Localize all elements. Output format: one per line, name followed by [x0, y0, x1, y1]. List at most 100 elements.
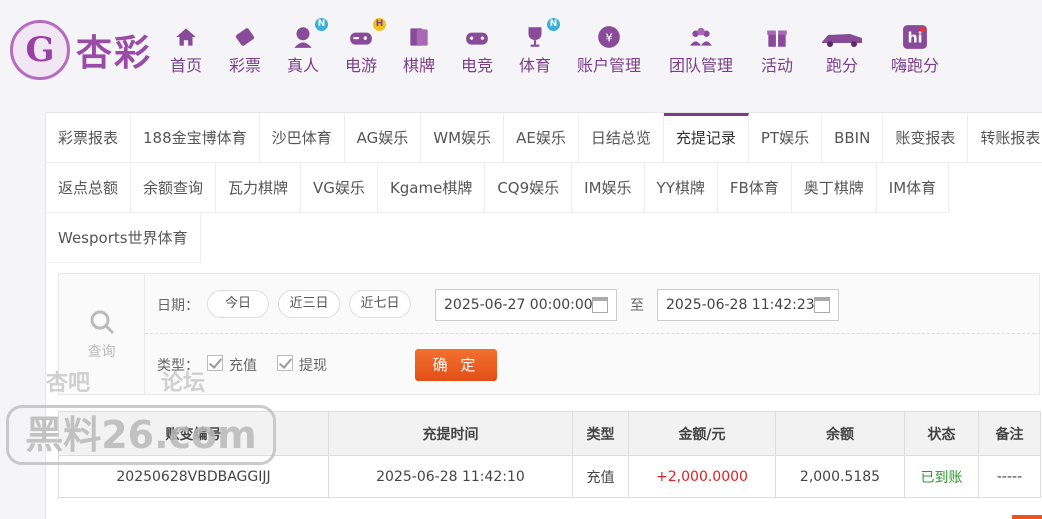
home-icon — [173, 24, 199, 50]
last-7-days-button[interactable]: 近七日 — [349, 290, 411, 318]
col-remark: 备注 — [978, 411, 1041, 456]
nav-label: 跑分 — [825, 56, 858, 75]
deposit-checkbox[interactable] — [207, 355, 223, 371]
header: G 杏彩 首页 彩票 N 真人 H 电游 棋牌 电竞 N 体育 ¥ 账户管理 团… — [0, 0, 1042, 100]
cards-icon — [406, 24, 432, 50]
tab-daily-overview[interactable]: 日结总览 — [578, 113, 664, 163]
tab-transfer-report[interactable]: 转账报表 — [968, 113, 1042, 163]
end-date-input[interactable]: 2025-06-28 11:42:23 — [657, 289, 839, 321]
search-button[interactable]: 查询 — [59, 274, 145, 394]
nav-label: 嗨跑分 — [891, 56, 940, 75]
nav-label: 电竞 — [461, 56, 494, 75]
new-badge: N — [547, 18, 560, 31]
nav-label: 体育 — [519, 56, 552, 75]
corner-accent — [1012, 515, 1042, 519]
calendar-icon[interactable] — [814, 297, 830, 313]
nav-sports[interactable]: N 体育 — [519, 18, 560, 76]
tab-row-2: 返点总额 余额查询 瓦力棋牌 VG娱乐 Kgame棋牌 CQ9娱乐 IM娱乐 Y… — [46, 163, 950, 213]
tab-188-sports[interactable]: 188金宝博体育 — [131, 113, 260, 163]
type-row: 类型： 充值 提现 确 定 — [145, 334, 1040, 394]
nav-label: 彩票 — [229, 56, 262, 75]
nav-chess[interactable]: 棋牌 — [403, 24, 435, 76]
tab-wesports[interactable]: Wesports世界体育 — [46, 213, 201, 263]
team-icon — [688, 24, 714, 50]
tab-wali-chess[interactable]: 瓦力棋牌 — [216, 163, 302, 213]
tab-im-sports[interactable]: IM体育 — [876, 163, 950, 213]
ticket-icon — [232, 24, 258, 50]
nav-hi-running[interactable]: hi 嗨跑分 — [891, 24, 939, 76]
col-amount: 金额/元 — [628, 411, 776, 456]
date-row: 日期： 今日 近三日 近七日 2025-06-27 00:00:00 至 202… — [145, 274, 1040, 334]
query-form: 查询 日期： 今日 近三日 近七日 2025-06-27 00:00:00 至 … — [58, 273, 1040, 395]
site-logo[interactable]: G 杏彩 — [10, 20, 152, 80]
tab-cq9[interactable]: CQ9娱乐 — [485, 163, 573, 213]
tab-vg[interactable]: VG娱乐 — [301, 163, 378, 213]
tab-lottery-report[interactable]: 彩票报表 — [46, 113, 132, 163]
tab-fb-sports[interactable]: FB体育 — [717, 163, 792, 213]
nav-label: 团队管理 — [669, 56, 734, 75]
tab-row-1: 彩票报表 188金宝博体育 沙巴体育 AG娱乐 WM娱乐 AE娱乐 日结总览 充… — [46, 113, 1042, 163]
confirm-button[interactable]: 确 定 — [415, 349, 497, 381]
col-status: 状态 — [904, 411, 979, 456]
nav-running[interactable]: 跑分 — [820, 24, 864, 76]
withdraw-checkbox[interactable] — [277, 355, 293, 371]
dealer-icon: N — [290, 18, 328, 50]
tab-rebate-total[interactable]: 返点总额 — [46, 163, 132, 213]
cell-amount: +2,000.0000 — [628, 455, 776, 498]
trophy-icon: N — [522, 18, 560, 50]
col-time: 充提时间 — [328, 411, 573, 456]
nav-slots[interactable]: H 电游 — [345, 18, 386, 76]
new-badge: N — [315, 18, 328, 31]
nav-promo[interactable]: 活动 — [761, 24, 793, 76]
tab-wm[interactable]: WM娱乐 — [421, 113, 505, 163]
today-button[interactable]: 今日 — [207, 290, 269, 318]
hot-badge: H — [373, 18, 386, 31]
hi-icon: hi — [902, 24, 928, 50]
to-label: 至 — [630, 298, 644, 314]
start-date-input[interactable]: 2025-06-27 00:00:00 — [435, 289, 617, 321]
cell-time: 2025-06-28 11:42:10 — [328, 455, 573, 498]
cell-transaction-id: 20250628VBDBAGGIJJ — [58, 455, 329, 498]
type-label: 类型： — [157, 358, 199, 374]
col-type: 类型 — [572, 411, 629, 456]
nav-team[interactable]: 团队管理 — [669, 24, 733, 76]
tab-deposit-withdraw-records[interactable]: 充提记录 — [663, 113, 749, 163]
tab-ag[interactable]: AG娱乐 — [344, 113, 422, 163]
tab-kgame[interactable]: Kgame棋牌 — [377, 163, 486, 213]
tab-bbin[interactable]: BBIN — [822, 113, 884, 163]
deposit-label: 充值 — [229, 358, 257, 374]
end-date-value: 2025-06-28 11:42:23 — [666, 297, 815, 313]
tab-pt[interactable]: PT娱乐 — [748, 113, 823, 163]
search-label: 查询 — [87, 344, 116, 360]
table-row: 20250628VBDBAGGIJJ 2025-06-28 11:42:10 充… — [58, 455, 1041, 498]
tab-im[interactable]: IM娱乐 — [572, 163, 645, 213]
withdraw-label: 提现 — [299, 358, 327, 374]
logo-text: 杏彩 — [76, 33, 153, 74]
col-transaction-id: 账变编号 — [58, 411, 329, 456]
tab-yy-chess[interactable]: YY棋牌 — [644, 163, 718, 213]
controller-icon — [464, 24, 490, 50]
nav-esports[interactable]: 电竞 — [461, 24, 493, 76]
logo-emblem: G — [10, 20, 70, 80]
records-table: 账变编号 充提时间 类型 金额/元 余额 状态 备注 20250628VBDBA… — [58, 411, 1041, 498]
nav-label: 电游 — [345, 56, 378, 75]
search-icon — [87, 307, 117, 341]
nav-home[interactable]: 首页 — [170, 24, 202, 76]
car-icon — [820, 24, 864, 50]
tab-ae[interactable]: AE娱乐 — [504, 113, 579, 163]
nav-account[interactable]: ¥ 账户管理 — [577, 24, 641, 76]
last-3-days-button[interactable]: 近三日 — [278, 290, 340, 318]
tab-saba-sports[interactable]: 沙巴体育 — [259, 113, 345, 163]
nav-lottery[interactable]: 彩票 — [229, 24, 261, 76]
nav-label: 棋牌 — [403, 56, 436, 75]
cell-type: 充值 — [572, 455, 629, 498]
table-header-row: 账变编号 充提时间 类型 金额/元 余额 状态 备注 — [58, 411, 1041, 456]
tab-balance-query[interactable]: 余额查询 — [131, 163, 217, 213]
nav-live[interactable]: N 真人 — [287, 18, 328, 76]
tab-account-change-report[interactable]: 账变报表 — [883, 113, 969, 163]
date-label: 日期： — [157, 298, 199, 314]
col-balance: 余额 — [775, 411, 905, 456]
tab-odin-chess[interactable]: 奥丁棋牌 — [791, 163, 877, 213]
nav-label: 账户管理 — [577, 56, 642, 75]
calendar-icon[interactable] — [592, 297, 608, 313]
